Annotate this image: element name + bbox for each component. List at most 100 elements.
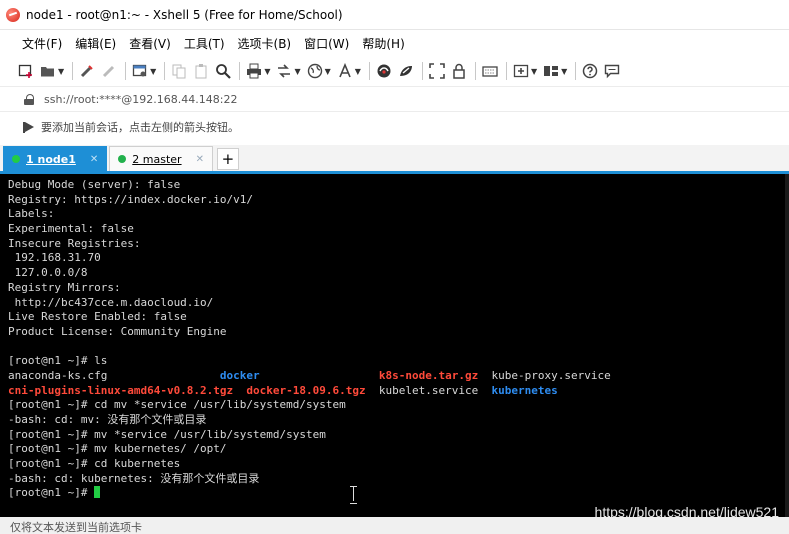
toolbar: ▼ ▼ ▼ ▼ ▼ ▼ ▼ ▼	[0, 56, 789, 86]
terminal-text: 127.0.0.0/8	[8, 266, 88, 280]
reconnect-button[interactable]	[79, 61, 95, 81]
terminal-scrollbar[interactable]	[785, 174, 789, 517]
add-tab-icon	[513, 64, 529, 78]
menu-edit[interactable]: 编辑(E)	[75, 35, 116, 52]
xagent-button[interactable]	[398, 61, 414, 81]
close-icon[interactable]: ✕	[90, 154, 98, 165]
tab-master[interactable]: 2 master ✕	[109, 146, 213, 171]
add-tab-button[interactable]: ▼	[513, 61, 537, 81]
terminal-line: 192.168.31.70	[8, 251, 789, 266]
terminal-line: Debug Mode (server): false	[8, 178, 789, 193]
terminal-text: Insecure Registries:	[8, 236, 141, 250]
tab-label: 1 node1	[26, 152, 76, 166]
help-button[interactable]	[582, 61, 598, 81]
terminal-line: [root@n1 ~]# mv *service /usr/lib/system…	[8, 428, 789, 443]
terminal-text: Labels:	[8, 207, 55, 221]
terminal-line: Product License: Community Engine	[8, 325, 789, 340]
terminal-line: -bash: cd: mv: 没有那个文件或目录	[8, 413, 789, 428]
title-bar: node1 - root@n1:~ - Xshell 5 (Free for H…	[0, 0, 789, 30]
terminal-output[interactable]: Debug Mode (server): false Registry: http…	[0, 174, 789, 517]
chevron-down-icon: ▼	[324, 66, 331, 76]
address-bar[interactable]: ssh://root:****@192.168.44.148:22	[0, 86, 789, 112]
print-button[interactable]: ▼	[246, 61, 270, 81]
menu-window[interactable]: 窗口(W)	[304, 35, 349, 52]
terminal-text: -bash: cd: mv: 没有那个文件或目录	[8, 413, 207, 426]
terminal-line: http://bc437cce.m.daocloud.io/	[8, 296, 789, 311]
plus-icon: +	[221, 150, 235, 168]
compose-bar-text: 仅将文本发送到当前选项卡	[10, 521, 142, 534]
fullscreen-button[interactable]	[429, 61, 445, 81]
connected-status-icon	[12, 155, 20, 163]
terminal-line: Registry: https://index.docker.io/v1/	[8, 193, 789, 208]
terminal-text: Live Restore Enabled: false	[8, 310, 187, 324]
xftp-button[interactable]	[376, 61, 392, 81]
find-icon	[216, 64, 232, 79]
fullscreen-icon	[429, 63, 445, 79]
lock-button[interactable]	[451, 61, 467, 81]
chat-button[interactable]	[604, 61, 620, 81]
xftp-icon	[377, 64, 391, 78]
address-text[interactable]: ssh://root:****@192.168.44.148:22	[44, 93, 238, 106]
transfer-button[interactable]: ▼	[276, 61, 301, 81]
add-tab-button[interactable]: +	[216, 148, 239, 170]
compose-bar[interactable]: 仅将文本发送到当前选项卡	[0, 517, 789, 534]
new-session-button[interactable]	[18, 61, 34, 81]
tab-node1[interactable]: 1 node1 ✕	[3, 146, 108, 171]
terminal-text: kube-proxy.service	[478, 368, 611, 382]
properties-button[interactable]: ▼	[132, 61, 156, 81]
toolbar-separator	[575, 62, 577, 80]
font-button[interactable]: ▼	[337, 61, 361, 81]
arrow-flag-icon[interactable]	[22, 120, 36, 134]
copy-button[interactable]	[171, 61, 187, 81]
terminal-cursor	[94, 486, 101, 499]
globe-icon	[307, 63, 322, 79]
chat-icon	[605, 64, 620, 79]
paste-icon	[195, 64, 207, 79]
menu-view[interactable]: 查看(V)	[129, 35, 171, 52]
menu-tools[interactable]: 工具(T)	[184, 35, 225, 52]
keyboard-button[interactable]	[482, 61, 498, 81]
print-icon	[247, 63, 262, 79]
toolbar-separator	[421, 62, 423, 80]
globe-button[interactable]: ▼	[307, 61, 331, 81]
terminal-text: kubelet.service	[365, 383, 492, 397]
terminal-line: [root@n1 ~]# cd mv *service /usr/lib/sys…	[8, 398, 789, 413]
terminal-text: k8s-node.tar.gz	[378, 368, 479, 382]
lock-icon	[24, 93, 34, 105]
terminal-line: cni-plugins-linux-amd64-v0.8.2.tgz docke…	[8, 384, 789, 399]
lock-icon	[453, 63, 465, 79]
open-folder-button[interactable]: ▼	[40, 61, 64, 81]
chevron-down-icon: ▼	[150, 66, 157, 76]
toolbar-separator	[368, 62, 370, 80]
chevron-down-icon: ▼	[58, 66, 65, 76]
terminal-text: docker	[219, 368, 260, 382]
menu-file[interactable]: 文件(F)	[22, 35, 62, 52]
terminal-text: [root@n1 ~]# cd kubernetes	[8, 457, 181, 471]
session-tab-bar: 1 node1 ✕ 2 master ✕ +	[0, 145, 789, 171]
menu-help[interactable]: 帮助(H)	[362, 35, 404, 52]
terminal-text: anaconda-ks.cfg	[8, 368, 220, 382]
terminal-text: Product License: Community Engine	[8, 324, 227, 338]
properties-icon	[133, 64, 147, 77]
menu-tab[interactable]: 选项卡(B)	[238, 35, 292, 52]
menu-bar: 文件(F) 编辑(E) 查看(V) 工具(T) 选项卡(B) 窗口(W) 帮助(…	[0, 30, 789, 56]
terminal-text: [root@n1 ~]# ls	[8, 354, 108, 368]
paste-button[interactable]	[193, 61, 209, 81]
transfer-icon	[278, 64, 291, 78]
session-hint-bar: 要添加当前会话，点击左侧的箭头按钮。	[0, 112, 789, 142]
chevron-down-icon: ▼	[561, 66, 568, 76]
disconnect-button[interactable]	[101, 61, 117, 81]
layout-button[interactable]: ▼	[543, 61, 567, 81]
terminal-text: http://bc437cce.m.daocloud.io/	[8, 295, 214, 309]
open-folder-icon	[41, 67, 54, 77]
font-icon	[339, 63, 351, 78]
xagent-icon	[399, 66, 412, 76]
help-icon	[583, 63, 598, 79]
close-icon[interactable]: ✕	[196, 154, 204, 165]
toolbar-separator	[125, 62, 127, 80]
keyboard-icon	[482, 66, 498, 77]
find-button[interactable]	[215, 61, 232, 81]
terminal-text: Registry: https://index.docker.io/v1/	[8, 192, 254, 206]
terminal-text: [root@n1 ~]# mv *service /usr/lib/system…	[8, 427, 326, 441]
